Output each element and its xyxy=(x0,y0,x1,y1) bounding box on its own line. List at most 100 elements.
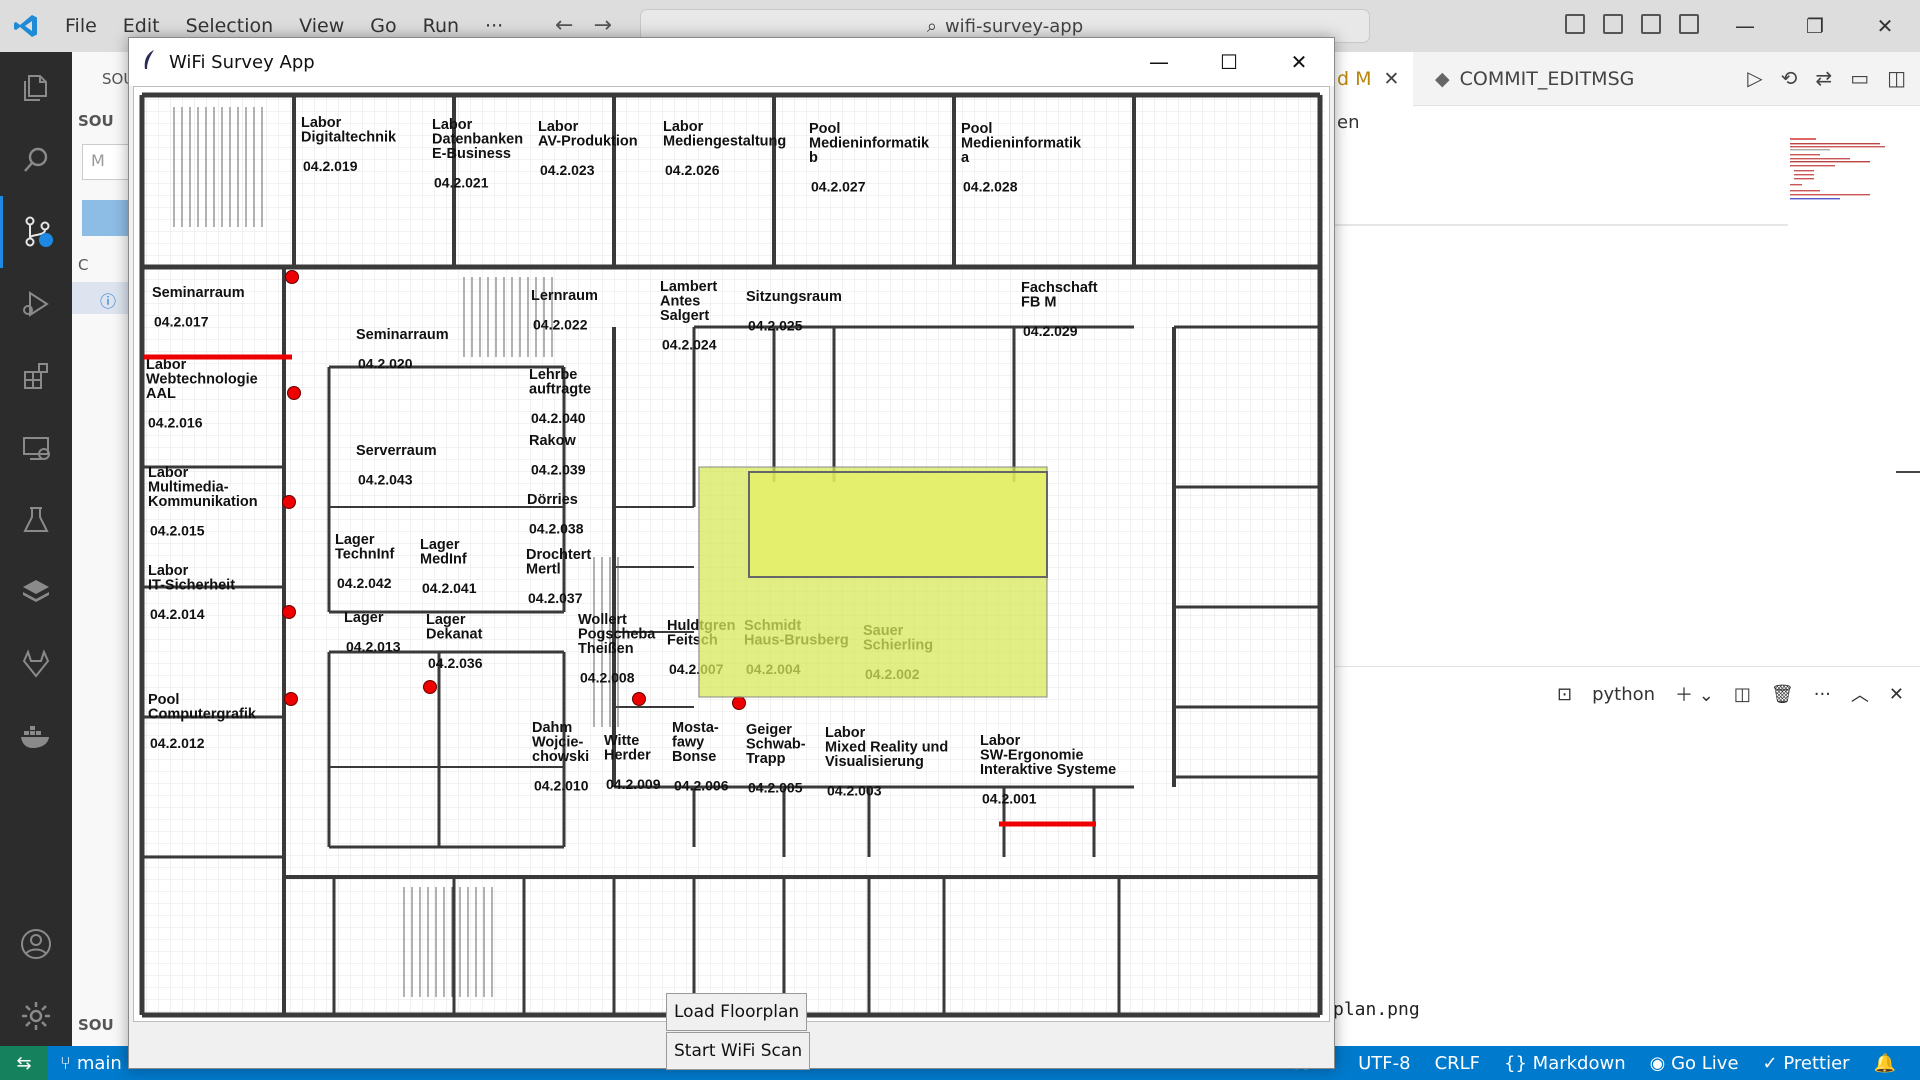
menu-file[interactable]: File xyxy=(52,0,110,52)
room-number: 04.2.009 xyxy=(606,776,661,792)
room-number: 04.2.010 xyxy=(534,778,589,794)
run-icon[interactable]: ▷ xyxy=(1747,66,1762,90)
toggle-primary-sidebar-icon[interactable] xyxy=(1565,14,1585,34)
app-close-icon[interactable]: ✕ xyxy=(1264,38,1334,86)
terminal-name[interactable]: python xyxy=(1592,684,1655,705)
vscode-logo-icon xyxy=(0,0,52,52)
language-label: Markdown xyxy=(1532,1052,1626,1074)
room-number: 04.2.022 xyxy=(533,317,588,333)
prettier-label: Prettier xyxy=(1783,1052,1850,1074)
start-wifi-scan-button[interactable]: Start WiFi Scan xyxy=(666,1032,811,1070)
load-floorplan-button[interactable]: Load Floorplan xyxy=(666,993,808,1031)
changes-header[interactable]: C xyxy=(78,256,88,274)
room-name-line: Trapp xyxy=(746,751,786,767)
git-diamond-icon: ◆ xyxy=(1435,67,1450,90)
open-preview-icon[interactable]: ▭ xyxy=(1850,66,1869,90)
room-name-line: Sitzungsraum xyxy=(746,289,842,305)
tab-label: COMMIT_EDITMSG xyxy=(1459,67,1635,90)
app-minimize-icon[interactable]: — xyxy=(1124,38,1194,86)
split-terminal-icon[interactable]: ◫ xyxy=(1734,684,1751,705)
terminal-panel: ⊡ python ＋ ⌄ ◫ 🗑 ··· ︿ ✕ plan.png xyxy=(1333,666,1920,1046)
room-name-line: AV-Produktion xyxy=(538,134,638,150)
tab-close-icon[interactable]: ✕ xyxy=(1384,68,1400,90)
room-name-line: Seminarraum xyxy=(356,327,449,343)
close-panel-icon[interactable]: ✕ xyxy=(1889,684,1904,705)
maximize-panel-chevron-up-icon[interactable]: ︿ xyxy=(1851,681,1869,707)
room-name-line: Salgert xyxy=(660,308,709,324)
room-number: 04.2.023 xyxy=(540,162,595,178)
scan-point-marker[interactable] xyxy=(284,692,298,706)
scan-point-marker[interactable] xyxy=(732,696,746,710)
manage-gear-icon[interactable] xyxy=(0,980,72,1052)
prettier-status[interactable]: ✓ Prettier xyxy=(1763,1053,1850,1074)
toggle-panel-icon[interactable] xyxy=(1603,14,1623,34)
eol-status[interactable]: CRLF xyxy=(1435,1053,1480,1074)
remote-indicator-icon[interactable]: ⇆ xyxy=(0,1046,48,1080)
scan-point-marker[interactable] xyxy=(423,680,437,694)
braces-icon: {} xyxy=(1504,1052,1527,1074)
room-name-line: Kommunikation xyxy=(148,494,258,510)
search-icon[interactable] xyxy=(0,124,72,196)
go-live-status[interactable]: ◉ Go Live xyxy=(1650,1053,1739,1074)
scan-point-marker[interactable] xyxy=(285,270,299,284)
scan-point-marker[interactable] xyxy=(282,495,296,509)
room-number: 04.2.005 xyxy=(748,780,803,796)
minimize-icon[interactable]: — xyxy=(1710,0,1780,52)
room-name-line: TechnInf xyxy=(335,547,395,563)
room-number: 04.2.039 xyxy=(531,462,586,478)
room-name-line: Dörries xyxy=(527,492,578,508)
more-actions-icon[interactable]: ··· xyxy=(1814,684,1831,705)
explorer-icon[interactable] xyxy=(0,52,72,124)
sidebar-section-header[interactable]: SOU xyxy=(78,112,114,130)
info-row[interactable]: ⓘ xyxy=(72,282,132,314)
room-name-line: Rakow xyxy=(529,433,576,449)
gitlab-icon[interactable] xyxy=(0,628,72,700)
source-control-icon[interactable] xyxy=(0,196,72,268)
trash-icon[interactable]: 🗑 xyxy=(1771,684,1794,705)
app-title: WiFi Survey App xyxy=(169,51,315,73)
room-name-line: Seminarraum xyxy=(152,285,245,301)
room-name-line: Lager xyxy=(344,610,384,626)
room-name-line: Medieninformatik xyxy=(809,136,930,152)
search-icon: ⌕ xyxy=(926,15,937,37)
restore-icon[interactable]: ❐ xyxy=(1780,0,1850,52)
layers-icon[interactable] xyxy=(0,556,72,628)
room-name-line: E-Business xyxy=(432,146,511,162)
close-icon[interactable]: ✕ xyxy=(1850,0,1920,52)
scan-point-marker[interactable] xyxy=(287,386,301,400)
scan-point-marker[interactable] xyxy=(632,692,646,706)
sidebar-bottom-section[interactable]: SOU xyxy=(78,1016,114,1034)
compare-changes-icon[interactable]: ⇄ xyxy=(1815,66,1832,90)
new-terminal-plus-icon[interactable]: ＋ ⌄ xyxy=(1675,681,1714,707)
room-number: 04.2.029 xyxy=(1023,323,1078,339)
remote-explorer-icon[interactable] xyxy=(0,412,72,484)
language-mode-status[interactable]: {} Markdown xyxy=(1504,1053,1626,1074)
room-number: 04.2.043 xyxy=(358,472,413,488)
extensions-icon[interactable] xyxy=(0,340,72,412)
testing-icon[interactable] xyxy=(0,484,72,556)
customize-layout-icon[interactable] xyxy=(1679,14,1699,34)
tab-commit-editmsg[interactable]: ◆ COMMIT_EDITMSG xyxy=(1413,68,1634,90)
room-number: 04.2.042 xyxy=(337,575,392,591)
minimap[interactable] xyxy=(1790,130,1890,230)
floorplan-canvas[interactable]: Labor Digitaltechnik 04.2.019 Labor Datenban… xyxy=(133,86,1330,1022)
tab-readme[interactable]: d M ✕ xyxy=(1333,51,1413,106)
timeline-icon[interactable]: ⟲ xyxy=(1781,66,1798,90)
notifications-bell-icon[interactable]: 🔔 xyxy=(1874,1053,1896,1074)
branch-indicator[interactable]: ⑂ main xyxy=(48,1053,122,1074)
room-name-line: auftragte xyxy=(529,382,591,398)
encoding-status[interactable]: UTF-8 xyxy=(1358,1053,1410,1074)
check-double-icon: ✓ xyxy=(1762,1052,1778,1074)
split-editor-icon[interactable]: ◫ xyxy=(1887,66,1906,90)
branch-icon: ⑂ xyxy=(60,1052,71,1074)
command-center-text: wifi-survey-app xyxy=(944,15,1084,37)
run-debug-icon[interactable] xyxy=(0,268,72,340)
scan-point-marker[interactable] xyxy=(282,605,296,619)
app-maximize-icon[interactable]: ☐ xyxy=(1194,38,1264,86)
toggle-secondary-sidebar-icon[interactable] xyxy=(1641,14,1661,34)
room-label: LambertAntesSalgert04.2.024 xyxy=(660,279,717,353)
activity-bar xyxy=(0,52,72,1046)
account-icon[interactable] xyxy=(0,908,72,980)
docker-icon[interactable] xyxy=(0,700,72,772)
room-name-line: Mediengestaltung xyxy=(663,134,786,150)
